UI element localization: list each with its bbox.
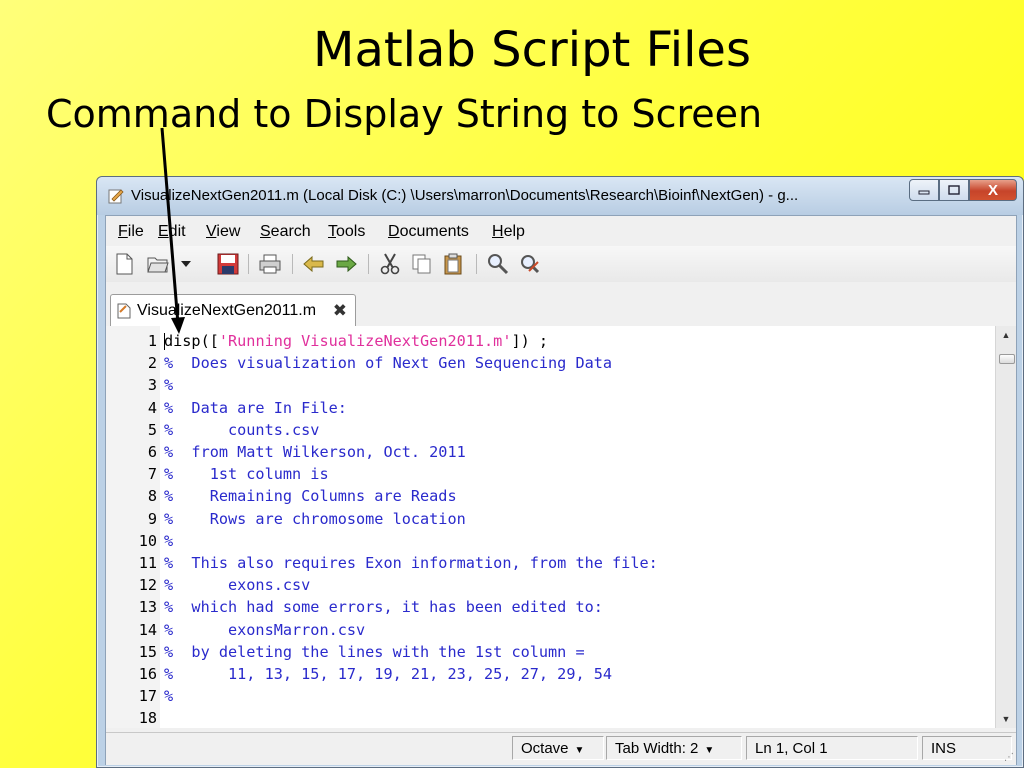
line-number: 7 — [147, 465, 157, 484]
tab-label: VisualizeNextGen2011.m — [137, 302, 317, 319]
minimize-button[interactable] — [909, 179, 939, 201]
undo-icon — [303, 255, 324, 273]
tab-width-selector[interactable]: Tab Width: 2 ▼ — [606, 736, 742, 760]
code-text: % Data are In File: — [164, 398, 347, 417]
replace-icon — [521, 255, 540, 274]
slide-title: Matlab Script Files — [313, 22, 751, 78]
menu-bar: File Edit View Search Tools Documents He… — [106, 216, 1016, 246]
line-number: 4 — [147, 398, 157, 417]
close-icon: X — [987, 181, 998, 199]
code-text: % Remaining Columns are Reads — [164, 487, 457, 506]
line-number: 14 — [138, 620, 157, 639]
menu-edit[interactable]: Edit — [158, 223, 186, 241]
print-icon — [259, 254, 281, 274]
line-number: 13 — [138, 598, 157, 617]
cursor-position: Ln 1, Col 1 — [746, 736, 918, 760]
line-number: 16 — [138, 665, 157, 683]
redo-button[interactable] — [334, 252, 358, 276]
code-text: % Rows are chromosome location — [164, 509, 466, 528]
cut-icon — [380, 253, 400, 275]
status-bar: Octave ▼ Tab Width: 2 ▼ Ln 1, Col 1 INS ⋰ — [106, 732, 1016, 765]
chevron-down-icon: ▼ — [704, 745, 715, 756]
code-text: % exons.csv — [164, 576, 311, 595]
undo-button[interactable] — [302, 252, 326, 276]
minimize-icon — [918, 190, 930, 195]
code-text: % from Matt Wilkerson, Oct. 2011 — [164, 443, 466, 461]
replace-button[interactable] — [518, 252, 542, 276]
line-number: 5 — [147, 420, 157, 439]
code-text: % — [164, 531, 174, 550]
line-number: 9 — [147, 509, 157, 528]
code-editor[interactable]: 1 disp(['Running VisualizeNextGen2011.m']… — [106, 326, 1016, 728]
scroll-thumb[interactable] — [999, 354, 1015, 364]
line-number: 12 — [138, 576, 157, 595]
gedit-app-icon — [108, 189, 124, 204]
tab-visualizenextgen2011[interactable]: VisualizeNextGen2011.m ✖ — [110, 294, 356, 327]
line-number: 18 — [138, 709, 157, 728]
save-button[interactable] — [216, 252, 240, 276]
line-number: 6 — [147, 443, 157, 461]
print-button[interactable] — [258, 252, 282, 276]
scroll-up-icon[interactable]: ▲ — [996, 326, 1016, 344]
copy-button[interactable] — [410, 252, 434, 276]
find-button[interactable] — [486, 252, 510, 276]
redo-icon — [336, 255, 357, 273]
line-number: 1 — [147, 332, 157, 350]
dropdown-icon — [181, 261, 191, 267]
new-file-button[interactable] — [112, 252, 136, 276]
code-text: % This also requires Exon information, f… — [164, 554, 658, 572]
vertical-scrollbar[interactable]: ▲ ▼ — [995, 326, 1016, 728]
line-number: 17 — [138, 687, 157, 706]
code-text: % 11, 13, 15, 17, 19, 21, 23, 25, 27, 29… — [164, 665, 613, 683]
close-button[interactable]: X — [969, 179, 1017, 201]
new-file-icon — [116, 253, 133, 275]
maximize-button[interactable] — [939, 179, 969, 201]
resize-grip-icon[interactable]: ⋰ — [1004, 752, 1014, 763]
tab-close-icon[interactable]: ✖ — [333, 301, 347, 321]
code-text: % counts.csv — [164, 420, 320, 439]
code-text: % exonsMarron.csv — [164, 620, 366, 639]
open-button[interactable] — [146, 252, 170, 276]
document-tab-strip: VisualizeNextGen2011.m ✖ — [106, 282, 1016, 327]
line-number: 2 — [147, 354, 157, 373]
line-number: 10 — [138, 531, 157, 550]
copy-icon — [412, 254, 431, 274]
code-text: % — [164, 376, 174, 395]
line-number: 11 — [138, 554, 157, 572]
code-text: % 1st column is — [164, 465, 329, 484]
paste-button[interactable] — [442, 252, 466, 276]
menu-file[interactable]: File — [118, 223, 144, 241]
menu-tools[interactable]: Tools — [328, 223, 365, 241]
code-text: % which had some errors, it has been edi… — [164, 598, 603, 617]
code-text: % by deleting the lines with the 1st col… — [164, 642, 585, 661]
title-bar[interactable]: VisualizeNextGen2011.m (Local Disk (C:) … — [97, 177, 1023, 215]
code-text: disp(['Running VisualizeNextGen2011.m'])… — [164, 332, 549, 350]
line-number: 15 — [138, 642, 157, 661]
text-cursor — [164, 333, 165, 350]
chevron-down-icon: ▼ — [574, 745, 585, 756]
save-icon — [217, 253, 239, 275]
paste-icon — [444, 253, 462, 275]
language-selector[interactable]: Octave ▼ — [512, 736, 604, 760]
find-icon — [488, 254, 509, 275]
insert-mode: INS — [922, 736, 1012, 760]
open-dropdown-button[interactable] — [178, 252, 194, 276]
menu-search[interactable]: Search — [260, 223, 311, 241]
scroll-down-icon[interactable]: ▼ — [996, 710, 1016, 728]
editor-window: VisualizeNextGen2011.m (Local Disk (C:) … — [96, 176, 1024, 768]
menu-documents[interactable]: Documents — [388, 223, 469, 241]
cut-button[interactable] — [378, 252, 402, 276]
code-text: % Does visualization of Next Gen Sequenc… — [164, 354, 613, 373]
slide-subtitle: Command to Display String to Screen — [46, 92, 763, 136]
maximize-icon — [948, 185, 960, 195]
window-title: VisualizeNextGen2011.m (Local Disk (C:) … — [131, 187, 799, 204]
menu-help[interactable]: Help — [492, 223, 525, 241]
line-number: 8 — [147, 487, 157, 506]
menu-view[interactable]: View — [206, 223, 240, 241]
file-icon — [117, 303, 131, 319]
code-text: % — [164, 687, 174, 706]
open-folder-icon — [147, 257, 169, 273]
line-number: 3 — [147, 376, 157, 395]
toolbar — [106, 246, 1016, 282]
